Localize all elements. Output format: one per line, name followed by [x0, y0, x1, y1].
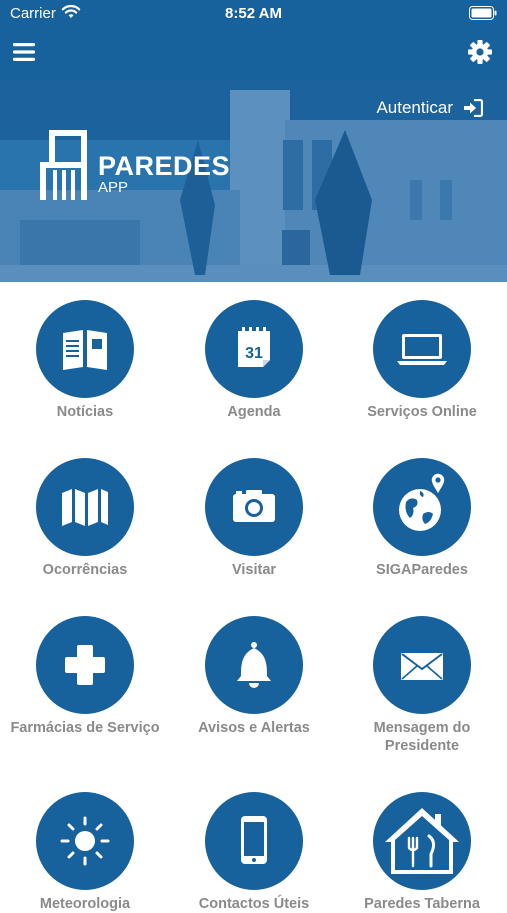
medical-cross-icon [65, 645, 105, 685]
tile-circle [373, 792, 471, 890]
tile-circle [36, 300, 134, 398]
tile-mensagem-presidente[interactable]: Mensagem do Presidente [338, 616, 506, 755]
gear-icon [468, 40, 492, 64]
navigation-bar [0, 28, 507, 80]
tile-circle [36, 458, 134, 556]
envelope-icon [401, 653, 443, 680]
tile-circle [373, 458, 471, 556]
tile-label: Meteorologia [39, 896, 131, 912]
newspaper-icon [63, 330, 107, 370]
brand-subtitle: APP [98, 179, 129, 196]
tile-label: Serviços Online [367, 404, 477, 420]
tile-servicos-online[interactable]: Serviços Online [338, 300, 506, 421]
tile-label: Farmácias de Serviço [10, 720, 160, 736]
tile-circle: 31 [205, 300, 303, 398]
sign-in-icon [464, 99, 483, 117]
tile-circle [205, 792, 303, 890]
phone-icon [241, 816, 267, 864]
brand-text: PAREDES APP [98, 152, 230, 196]
tile-paredes-taberna[interactable]: Paredes Taberna [338, 792, 506, 913]
hamburger-menu-icon [13, 43, 35, 61]
tile-visitar[interactable]: Visitar [170, 458, 338, 579]
authenticate-button[interactable]: Autenticar [376, 98, 483, 118]
status-bar: Carrier 8:52 AM [0, 0, 507, 28]
menu-grid: Notícias 31 Agenda Serviços Online Ocorr… [0, 282, 507, 912]
tile-contactos-uteis[interactable]: Contactos Úteis [170, 792, 338, 913]
tile-circle [205, 616, 303, 714]
globe-pin-icon [399, 472, 446, 531]
camera-icon [233, 490, 275, 522]
paredes-logo: PAREDES APP [40, 130, 230, 200]
tile-circle [373, 616, 471, 714]
tile-circle [36, 792, 134, 890]
tile-meteorologia[interactable]: Meteorologia [1, 792, 169, 913]
svg-text:31: 31 [245, 345, 263, 362]
tile-label: Contactos Úteis [198, 896, 310, 912]
tile-label: Agenda [227, 404, 281, 420]
tile-avisos-alertas[interactable]: Avisos e Alertas [170, 616, 338, 737]
tile-agenda[interactable]: 31 Agenda [170, 300, 338, 421]
tile-farmacias[interactable]: Farmácias de Serviço [1, 616, 169, 737]
tile-label: Mensagem do Presidente [373, 720, 471, 754]
clock: 8:52 AM [225, 5, 282, 22]
tile-label: SIGAParedes [376, 562, 468, 578]
settings-button[interactable] [467, 39, 493, 65]
tile-noticias[interactable]: Notícias [1, 300, 169, 421]
tile-label: Avisos e Alertas [198, 720, 310, 736]
bell-icon [237, 642, 271, 688]
authenticate-label: Autenticar [376, 98, 453, 117]
tile-ocorrencias[interactable]: Ocorrências [1, 458, 169, 579]
brand-name: PAREDES [98, 151, 231, 181]
map-icon [62, 489, 108, 526]
laptop-icon [397, 334, 447, 365]
house-restaurant-icon [385, 808, 459, 874]
tile-circle [36, 616, 134, 714]
tile-label: Notícias [56, 404, 114, 420]
calendar-icon: 31 [238, 327, 270, 367]
menu-button[interactable] [12, 40, 36, 64]
tile-circle [373, 300, 471, 398]
tile-label: Paredes Taberna [364, 896, 480, 912]
chair-logo-icon [40, 130, 87, 200]
tile-label: Visitar [231, 562, 277, 578]
hero-banner: Autenticar PAREDES APP [0, 80, 507, 282]
tile-sigaparedes[interactable]: SIGAParedes [338, 458, 506, 579]
battery-icon [469, 6, 497, 24]
tile-label: Ocorrências [42, 562, 128, 578]
tile-circle [205, 458, 303, 556]
sun-icon [60, 816, 110, 866]
